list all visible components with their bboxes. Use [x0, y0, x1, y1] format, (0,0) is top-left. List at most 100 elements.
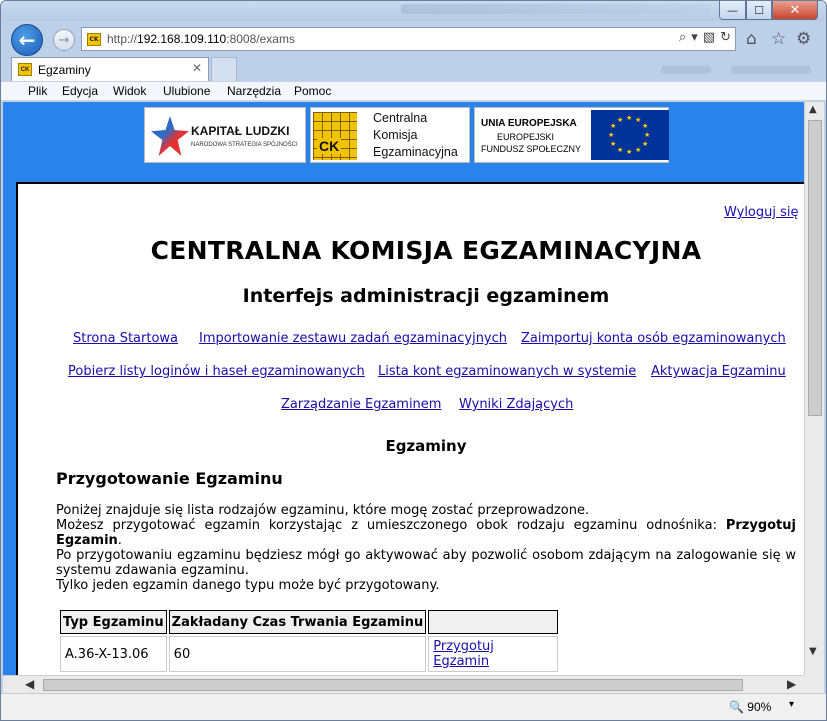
dropdown-icon[interactable]: ▾	[691, 30, 698, 45]
forward-button[interactable]: →	[53, 29, 75, 51]
url-text[interactable]: http://192.168.109.110:8008/exams	[107, 32, 295, 46]
url-prefix: http://	[107, 32, 138, 46]
home-icon[interactable]: ⌂	[746, 29, 757, 49]
close-button[interactable]: ✕	[772, 1, 818, 20]
eu-line1: UNIA EUROPEJSKA	[481, 118, 577, 129]
maximize-button[interactable]: ☐	[746, 1, 772, 20]
eu-line2: EUROPEJSKI	[497, 132, 555, 142]
menu-bar: Plik Edycja Widok Ulubione Narzędzia Pom…	[1, 81, 826, 101]
instructions-line-2c: .	[117, 533, 122, 548]
zoom-magnifier-icon: 🔍	[729, 700, 744, 714]
instructions-line-2: Możesz przygotować egzamin korzystając z…	[56, 518, 796, 548]
star-logo-icon	[151, 116, 189, 156]
table-header-row: Typ Egzaminu Zakładany Czas Trwania Egza…	[60, 610, 559, 634]
cke-line3: Egzaminacyjna	[373, 145, 458, 159]
eu-line3: FUNDUSZ SPOŁECZNY	[481, 144, 582, 154]
main-content: Wyloguj się CENTRALNA KOMISJA EGZAMINACY…	[16, 182, 804, 675]
minimize-button[interactable]: —	[719, 1, 746, 20]
scroll-left-arrow-icon[interactable]: ◀	[25, 677, 34, 691]
nav-zarzadzanie-egzaminem[interactable]: Zarządzanie Egzaminem	[281, 397, 441, 412]
forward-arrow-icon: →	[58, 32, 70, 48]
title-ghost	[401, 4, 711, 14]
przygotuj-egzamin-link[interactable]: Przygotuj Egzamin	[433, 639, 494, 669]
section-title: Egzaminy	[385, 437, 467, 455]
site-favicon-icon: CK	[87, 32, 101, 46]
cell-typ: A.36-X-13.06	[60, 636, 167, 672]
scroll-up-arrow-icon[interactable]: ▲	[809, 104, 817, 115]
scroll-right-arrow-icon[interactable]: ▶	[787, 677, 796, 691]
back-arrow-icon: ←	[18, 28, 36, 52]
menu-widok[interactable]: Widok	[113, 84, 146, 98]
table-row: A.36-X-13.06 60 Przygotuj Egzamin	[60, 636, 559, 672]
kapital-title: KAPITAŁ LUDZKI	[191, 124, 290, 138]
nav-zaimportuj-konta[interactable]: Zaimportuj konta osób egzaminowanych	[521, 331, 786, 346]
browser-window: — ☐ ✕ ← → CK http://192.168.109.110:8008…	[0, 0, 827, 721]
cke-mark: CK	[317, 138, 342, 154]
zoom-control[interactable]: 🔍 90%	[729, 700, 771, 714]
favorites-star-icon[interactable]: ☆	[771, 29, 786, 49]
tab-favicon-icon: CK	[18, 63, 32, 76]
scroll-down-arrow-icon[interactable]: ▼	[809, 646, 817, 657]
cke-text: Centralna Komisja Egzaminacyjna	[373, 110, 458, 161]
instructions-text: Poniżej znajduje się lista rodzajów egza…	[56, 503, 796, 593]
status-bar: 🔍 90% ▾	[1, 693, 826, 720]
url-path: :8008/exams	[226, 32, 295, 46]
back-button[interactable]: ←	[11, 24, 43, 56]
header-action	[428, 610, 559, 634]
instructions-line-4: Tylko jeden egzamin danego typu może być…	[56, 578, 440, 593]
vertical-scrollbar[interactable]: ▲ ▼	[804, 102, 824, 675]
tab-strip: CK Egzaminy ✕	[1, 57, 826, 81]
search-icon[interactable]: ⌕	[679, 30, 686, 45]
cell-czas: 60	[168, 636, 427, 672]
eu-logo: UNIA EUROPEJSKA EUROPEJSKI FUNDUSZ SPOŁE…	[474, 107, 669, 163]
toolbar-ghost-2	[731, 66, 811, 74]
nav-importowanie-zadan[interactable]: Importowanie zestawu zadań egzaminacyjny…	[199, 331, 507, 346]
menu-pomoc[interactable]: Pomoc	[294, 84, 331, 98]
exams-table: Typ Egzaminu Zakładany Czas Trwania Egza…	[58, 608, 560, 674]
eu-flag-icon: ★ ★ ★ ★ ★ ★ ★ ★ ★ ★ ★ ★	[591, 110, 669, 160]
tab-title: Egzaminy	[38, 62, 91, 77]
nav-aktywacja-egzaminu[interactable]: Aktywacja Egzaminu	[651, 364, 786, 379]
header-typ-egzaminu: Typ Egzaminu	[60, 610, 167, 634]
instructions-line-3: Po przygotowaniu egzaminu będziesz mógł …	[56, 548, 796, 578]
nav-pobierz-listy[interactable]: Pobierz listy loginów i haseł egzaminowa…	[68, 364, 365, 379]
menu-ulubione[interactable]: Ulubione	[163, 84, 210, 98]
nav-wyniki-zdajacych[interactable]: Wyniki Zdających	[459, 397, 573, 412]
cke-logo: CK Centralna Komisja Egzaminacyjna	[310, 107, 470, 163]
refresh-icon[interactable]: ↻	[720, 30, 731, 45]
section-heading: Przygotowanie Egzaminu	[56, 469, 283, 488]
tab-egzaminy[interactable]: CK Egzaminy ✕	[11, 57, 209, 81]
header-czas-trwania: Zakładany Czas Trwania Egzaminu	[168, 610, 427, 634]
menu-plik[interactable]: Plik	[28, 84, 47, 98]
logout-link[interactable]: Wyloguj się	[724, 205, 799, 220]
instructions-line-2a: Możesz przygotować egzamin korzystając z…	[56, 518, 726, 533]
kapital-subtitle: NARODOWA STRATEGIA SPÓJNOŚCI	[191, 142, 298, 148]
new-tab-button[interactable]	[211, 57, 237, 81]
kapital-ludzki-logo: KAPITAŁ LUDZKI NARODOWA STRATEGIA SPÓJNO…	[144, 107, 306, 163]
zoom-level: 90%	[747, 700, 772, 714]
page-viewport: KAPITAŁ LUDZKI NARODOWA STRATEGIA SPÓJNO…	[3, 102, 804, 675]
page-subtitle: Interfejs administracji egzaminem	[242, 285, 610, 307]
page-title: CENTRALNA KOMISJA EGZAMINACYJNA	[150, 236, 702, 265]
nav-lista-kont[interactable]: Lista kont egzaminowanych w systemie	[378, 364, 636, 379]
cke-line2: Komisja	[373, 128, 418, 142]
navigation-bar: ← → CK http://192.168.109.110:8008/exams…	[1, 21, 826, 57]
toolbar-ghost-1	[661, 66, 711, 74]
zoom-dropdown-icon[interactable]: ▾	[789, 699, 794, 710]
tools-gear-icon[interactable]: ⚙	[796, 29, 811, 49]
tab-close-icon[interactable]: ✕	[192, 61, 202, 75]
menu-narzedzia[interactable]: Narzędzia	[227, 84, 281, 98]
compatibility-view-icon[interactable]: ▧	[703, 30, 715, 45]
address-bar[interactable]: CK http://192.168.109.110:8008/exams ⌕ ▾…	[81, 27, 736, 51]
cke-line1: Centralna	[373, 111, 428, 125]
instructions-line-1: Poniżej znajduje się lista rodzajów egza…	[56, 503, 590, 518]
vertical-scroll-thumb[interactable]	[808, 120, 822, 416]
url-host: 192.168.109.110	[137, 32, 227, 46]
title-bar: — ☐ ✕	[1, 1, 826, 21]
menu-edycja[interactable]: Edycja	[62, 84, 98, 98]
horizontal-scrollbar[interactable]: ◀ ▶	[3, 675, 804, 693]
scroll-corner	[804, 675, 824, 693]
horizontal-scroll-thumb[interactable]	[43, 679, 743, 691]
nav-strona-startowa[interactable]: Strona Startowa	[73, 331, 178, 346]
cell-action: Przygotuj Egzamin	[428, 636, 559, 672]
